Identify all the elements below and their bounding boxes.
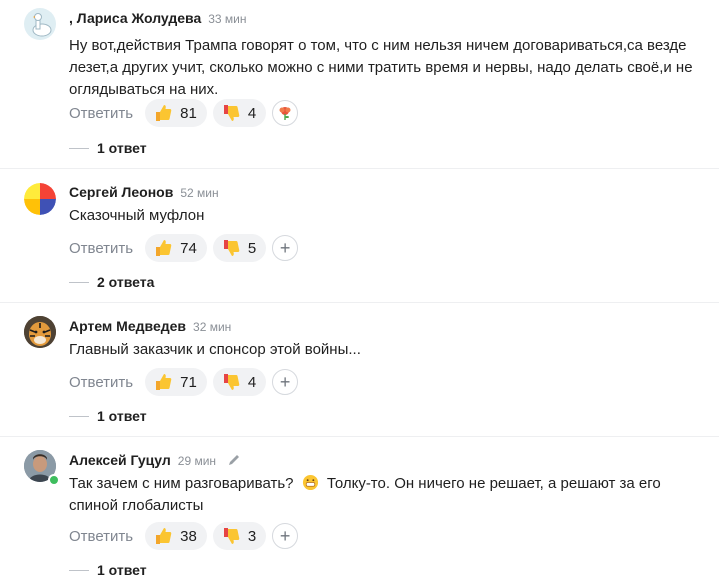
thumbs-down-icon	[223, 105, 240, 121]
dislike-count: 5	[247, 239, 257, 257]
timestamp: 29 мин	[177, 454, 217, 468]
author-name[interactable]: Артем Медведев	[69, 318, 186, 334]
author-name[interactable]: Алексей Гуцул	[69, 452, 171, 468]
replies-count: 1 ответ	[97, 140, 147, 156]
reply-button[interactable]: Ответить	[69, 240, 133, 257]
divider	[69, 569, 89, 571]
dislike-count: 4	[247, 373, 257, 391]
dislike-count: 3	[247, 527, 257, 545]
reply-button[interactable]: Ответить	[69, 105, 133, 122]
add-reaction-button[interactable]: +	[272, 369, 299, 395]
divider	[69, 147, 89, 149]
dislike-reaction[interactable]: 3	[212, 522, 267, 550]
flower-reaction[interactable]	[272, 100, 299, 126]
dislike-reaction[interactable]: 5	[212, 234, 267, 262]
like-reaction[interactable]: 38	[145, 522, 207, 550]
replies-toggle[interactable]: 1 ответ	[69, 408, 147, 424]
avatar[interactable]	[24, 8, 56, 40]
divider	[0, 436, 719, 437]
add-reaction-button[interactable]: +	[272, 523, 299, 549]
flower-icon	[279, 107, 291, 120]
thumbs-up-icon	[156, 528, 172, 544]
timestamp: 52 мин	[180, 186, 219, 200]
replies-toggle[interactable]: 2 ответа	[69, 274, 154, 290]
like-reaction[interactable]: 81	[145, 99, 207, 127]
online-indicator	[48, 474, 60, 486]
dislike-count: 4	[247, 104, 257, 122]
thumbs-down-icon	[223, 374, 240, 390]
plus-icon: +	[279, 372, 291, 392]
timestamp: 32 мин	[193, 320, 232, 334]
replies-count: 1 ответ	[97, 562, 147, 578]
author-name[interactable]: Сергей Леонов	[69, 184, 173, 200]
divider	[0, 302, 719, 303]
dislike-reaction[interactable]: 4	[212, 368, 267, 396]
comment-text: Сказочный муфлон	[69, 207, 205, 224]
author-name[interactable]: , Лариса Жолудева	[69, 10, 201, 26]
thumbs-up-icon	[156, 374, 172, 390]
like-count: 38	[180, 527, 197, 545]
comment-text-part: Так зачем с ним разговаривать?	[69, 475, 294, 492]
comment-text: Ну вот,действия Трампа говорят о том, чт…	[69, 37, 693, 98]
divider	[69, 281, 89, 283]
like-count: 74	[180, 239, 197, 257]
reply-button[interactable]: Ответить	[69, 528, 133, 545]
divider	[0, 168, 719, 169]
replies-count: 2 ответа	[97, 274, 155, 290]
grinning-face-icon	[302, 474, 318, 491]
avatar[interactable]	[24, 316, 56, 348]
dislike-reaction[interactable]: 4	[212, 99, 267, 127]
comment-text: Главный заказчик и спонсор этой войны...	[69, 341, 361, 358]
replies-count: 1 ответ	[97, 408, 147, 424]
thumbs-down-icon	[223, 528, 240, 544]
reply-button[interactable]: Ответить	[69, 374, 133, 391]
like-count: 81	[180, 104, 197, 122]
avatar[interactable]	[24, 183, 56, 215]
divider	[69, 415, 89, 417]
like-count: 71	[180, 373, 197, 391]
add-reaction-button[interactable]: +	[272, 235, 299, 261]
replies-toggle[interactable]: 1 ответ	[69, 140, 147, 156]
pencil-icon[interactable]	[227, 453, 241, 467]
like-reaction[interactable]: 74	[145, 234, 207, 262]
thumbs-up-icon	[156, 105, 172, 121]
thumbs-up-icon	[156, 240, 172, 256]
comment-text: Так зачем с ним разговаривать? Толку-то.…	[69, 473, 699, 517]
plus-icon: +	[279, 238, 291, 258]
replies-toggle[interactable]: 1 ответ	[69, 562, 147, 578]
like-reaction[interactable]: 71	[145, 368, 207, 396]
plus-icon: +	[279, 526, 291, 546]
thumbs-down-icon	[223, 240, 240, 256]
timestamp: 33 мин	[208, 12, 247, 26]
